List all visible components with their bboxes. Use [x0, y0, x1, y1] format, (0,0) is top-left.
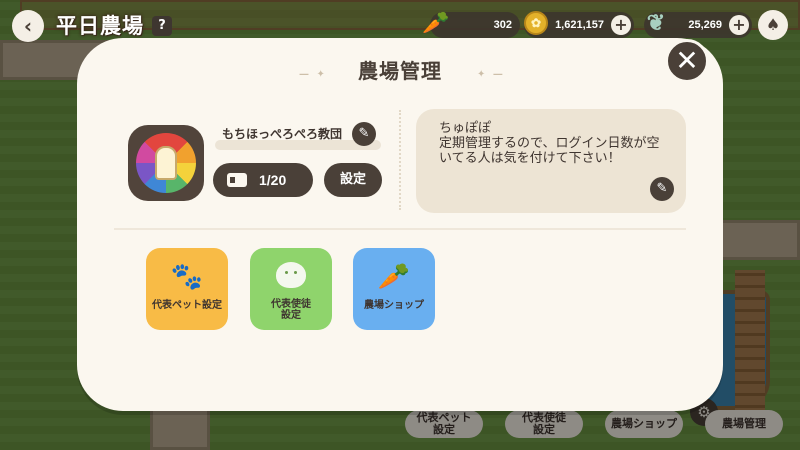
emblem-icon: [136, 133, 196, 193]
modal-title: 農場管理: [358, 59, 442, 83]
coin-count: 1,621,157: [555, 19, 604, 31]
carrot-count: 302: [493, 19, 512, 31]
members-button[interactable]: 1/20: [213, 163, 313, 197]
carrot-icon: 🥕: [422, 10, 450, 35]
leaf-gem-icon: ❦: [646, 10, 666, 35]
back-button[interactable]: ‹: [12, 10, 44, 42]
paw-icon: 🐾: [170, 262, 204, 292]
gem-resource: ❦ 25,269 +: [644, 10, 752, 38]
coin-icon: ✿: [520, 7, 552, 39]
coin-resource: ✿ 1,621,157 +: [524, 11, 634, 38]
carrot-resource: 🥕 302: [422, 10, 520, 38]
close-button[interactable]: ✕: [665, 39, 709, 83]
divider: [114, 228, 686, 230]
edit-notice-pencil-icon[interactable]: ✎: [650, 177, 674, 201]
farm-shop-tile[interactable]: 🥕 農場ショップ: [353, 248, 435, 330]
title-decoration: ✦ —: [477, 69, 505, 80]
divider: [399, 110, 401, 210]
page-title: 平日農場: [56, 14, 144, 38]
spade-icon[interactable]: ♠: [758, 10, 788, 40]
farm-name: もちほっぺろぺろ教団: [222, 127, 343, 141]
member-card-icon: [227, 173, 247, 187]
member-count: 1/20: [259, 172, 287, 188]
pet-settings-tile[interactable]: 🐾 代表ペット設定: [146, 248, 228, 330]
back-arrow-icon: ‹: [23, 14, 33, 38]
tile-label: 代表ペット設定: [152, 300, 222, 311]
apostle-icon: [276, 262, 306, 288]
add-coin-button[interactable]: +: [611, 15, 631, 35]
close-icon: ✕: [675, 44, 699, 77]
add-gem-button[interactable]: +: [729, 15, 749, 35]
edit-name-pencil-icon[interactable]: ✎: [352, 122, 376, 146]
settings-button[interactable]: 設定: [324, 163, 382, 197]
farm-management-modal: 農場管理 — ✦ ✦ —: [77, 38, 723, 411]
tile-label: 農場ショップ: [364, 300, 424, 311]
radish-icon: 🥕: [377, 262, 411, 292]
help-icon[interactable]: ?: [152, 16, 172, 36]
gem-count: 25,269: [688, 19, 722, 31]
title-decoration: — ✦: [299, 69, 327, 80]
apostle-settings-tile[interactable]: 代表使徒 設定: [250, 248, 332, 330]
farm-emblem[interactable]: [128, 125, 204, 201]
tile-label: 代表使徒 設定: [271, 299, 311, 321]
notice-text: ちゅぽぽ 定期管理するので、ログイン日数が空いてる人は気を付けて下さい！: [416, 109, 686, 213]
